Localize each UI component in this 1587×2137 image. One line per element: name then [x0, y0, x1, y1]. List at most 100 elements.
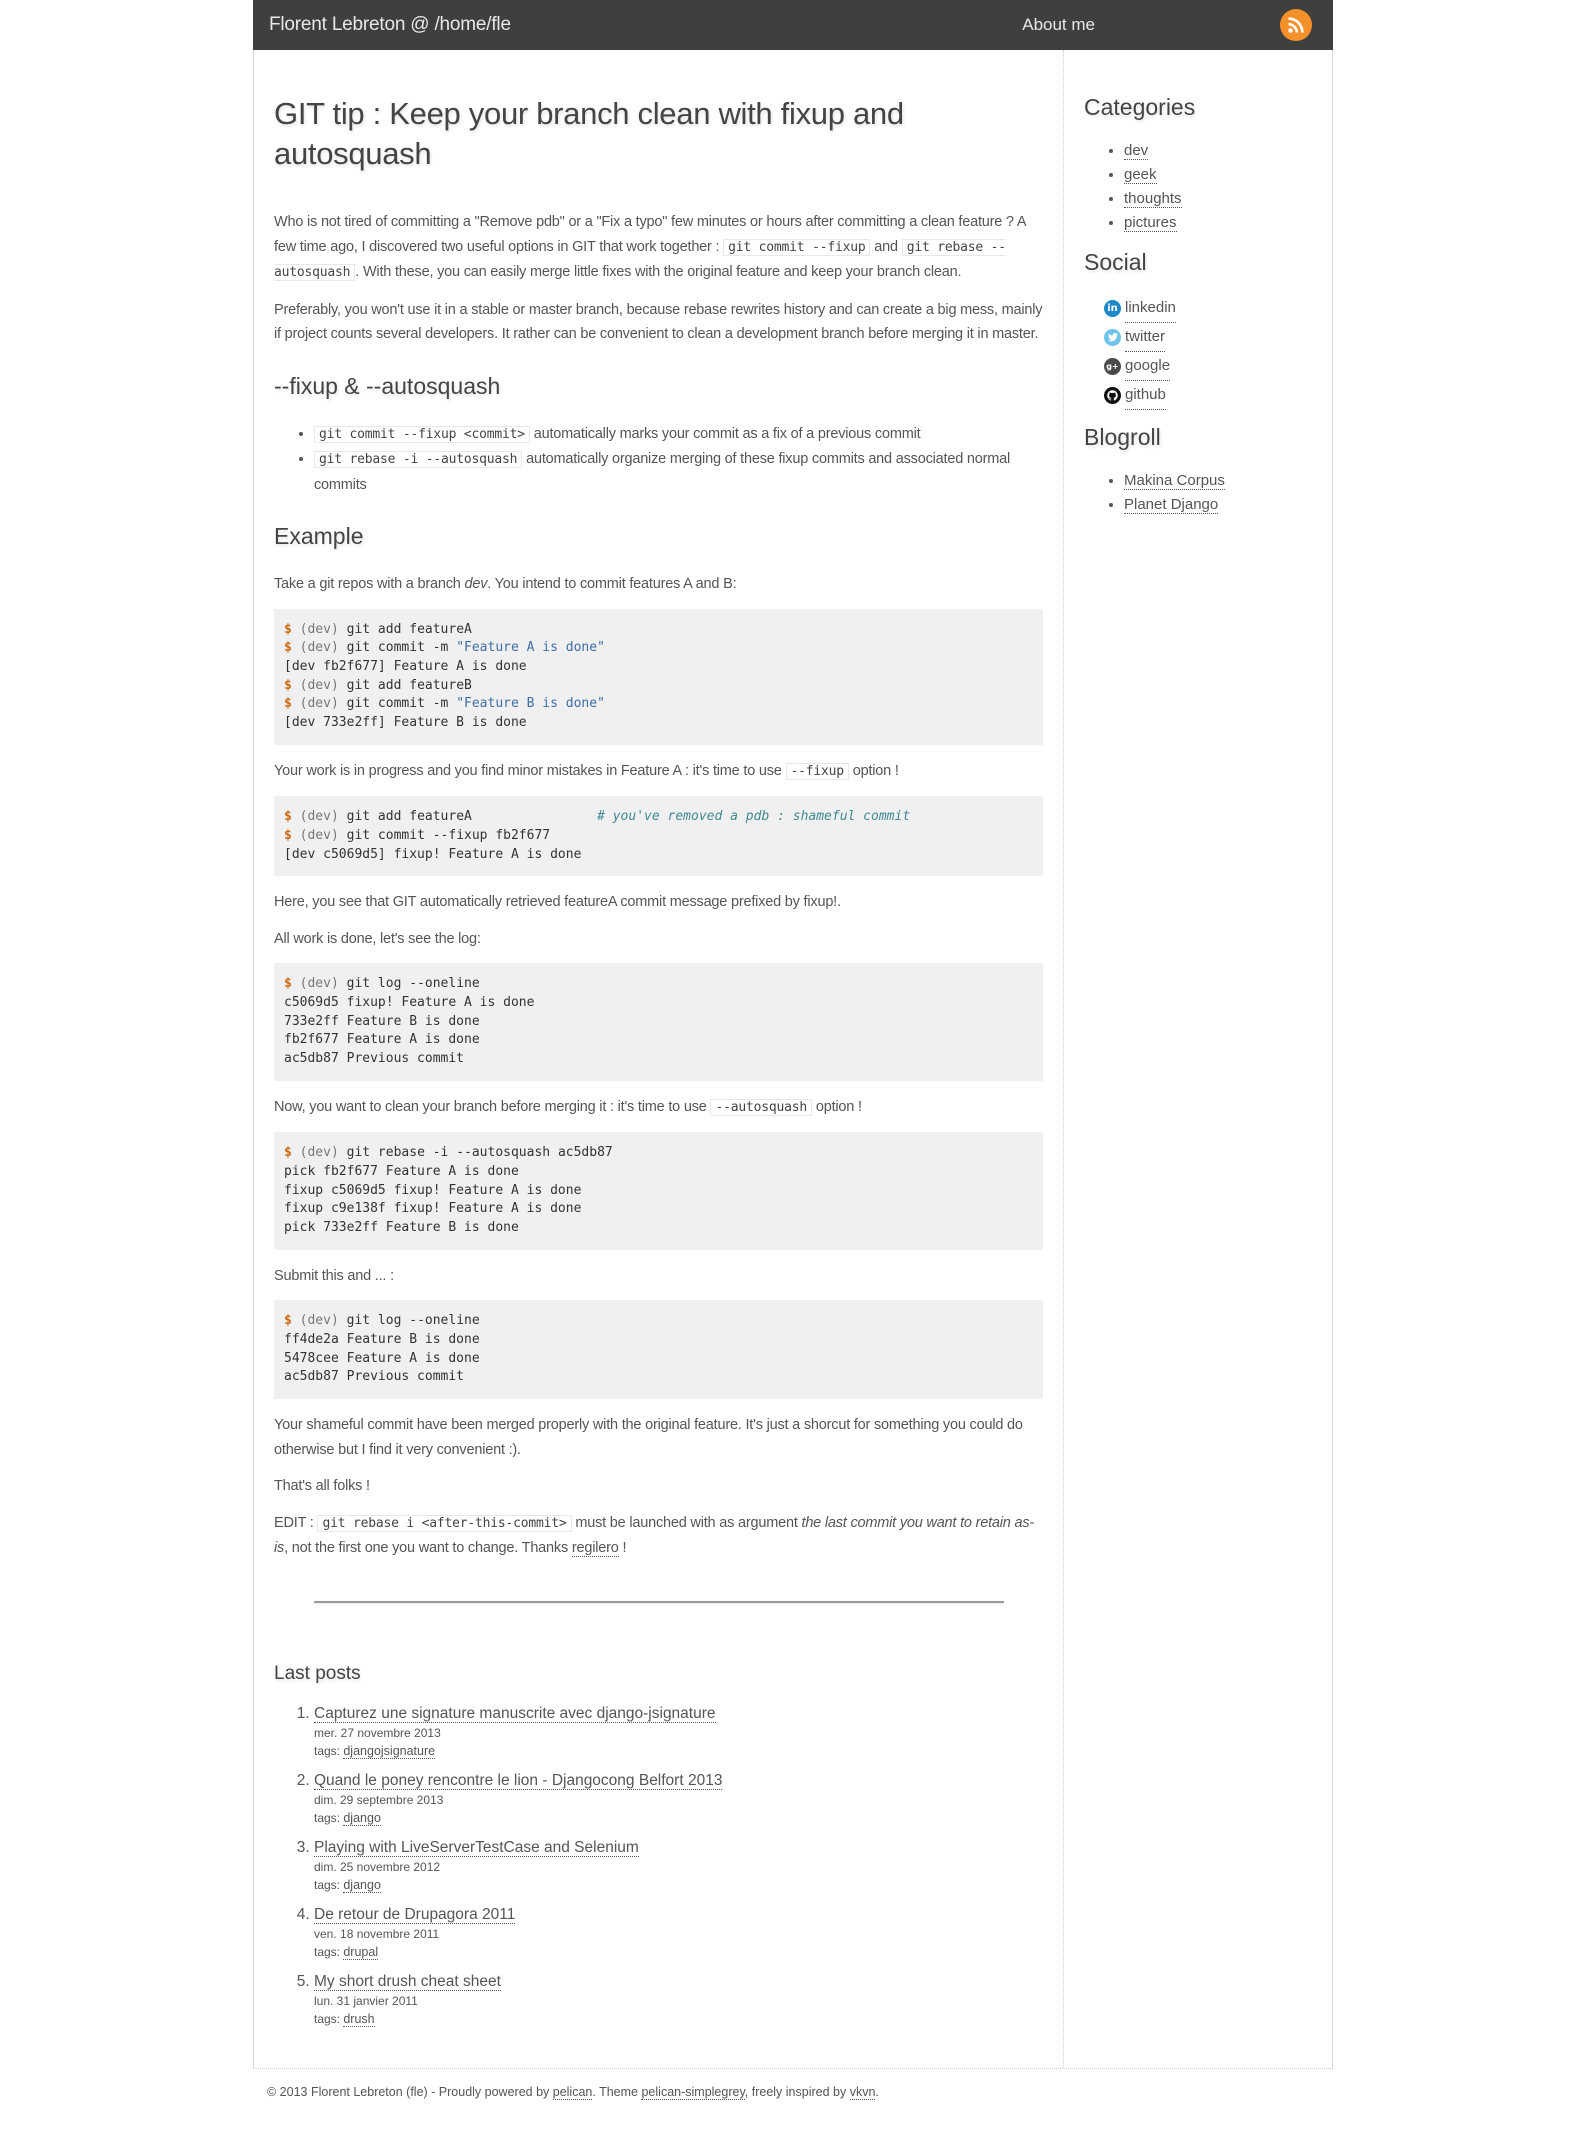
theme-link[interactable]: pelican-simplegrey: [641, 2084, 745, 2100]
google-plus-icon: g+: [1104, 358, 1121, 375]
tags-label: tags:: [314, 1743, 344, 1758]
prompt-branch: (dev): [291, 809, 347, 825]
command: git log --oneline: [346, 976, 480, 992]
tag-link[interactable]: drush: [343, 2011, 375, 2027]
prompt-branch: (dev): [291, 677, 347, 693]
regilero-link[interactable]: regilero: [571, 1540, 619, 1558]
code-line: $ (dev) git add featureB: [284, 677, 1033, 696]
code-line: fixup c5069d5 fixup! Feature A is done: [284, 1182, 1033, 1201]
social-link-github[interactable]: github: [1125, 381, 1166, 410]
post-date: dim. 29 septembre 2013: [314, 1792, 444, 1807]
post-item: De retour de Drupagora 2011 ven. 18 novem…: [314, 1904, 1043, 1961]
text: option !: [848, 762, 899, 779]
output: [dev fb2f677] Feature A is done: [284, 658, 527, 674]
blogroll-link-makina[interactable]: Makina Corpus: [1124, 472, 1225, 490]
code-line: c5069d5 fixup! Feature A is done: [284, 994, 1033, 1013]
blogroll-item: Planet Django: [1124, 493, 1312, 517]
social-link-linkedin[interactable]: linkedin: [1125, 294, 1176, 323]
social-item: twitter: [1104, 323, 1312, 352]
prompt-branch: (dev): [291, 640, 347, 656]
categories-heading: Categories: [1084, 94, 1196, 120]
vkvn-link[interactable]: vkvn: [849, 2084, 876, 2100]
prompt-branch: (dev): [291, 1313, 347, 1329]
social-list: in linkedin twitter g+ google github: [1084, 294, 1312, 410]
inline-code: git commit --fixup: [723, 238, 871, 256]
tag-link[interactable]: drupal: [343, 1944, 379, 1960]
article-title: GIT tip : Keep your branch clean with fi…: [274, 96, 904, 171]
output: [dev c5069d5] fixup! Feature A is done: [284, 846, 582, 862]
category-link-dev[interactable]: dev: [1124, 142, 1149, 160]
tags-label: tags:: [314, 1944, 344, 1959]
content-wrapper: GIT tip : Keep your branch clean with fi…: [253, 50, 1333, 2069]
list-item: git rebase -i --autosquash automatically…: [314, 447, 1043, 497]
paragraph: Here, you see that GIT automatically ret…: [274, 894, 841, 911]
last-posts-list: Capturez une signature manuscrite avec d…: [274, 1703, 1043, 2028]
code-line: $ (dev) git rebase -i --autosquash ac5db…: [284, 1144, 1033, 1163]
text: Take a git repos with a branch: [274, 576, 465, 592]
output: ac5db87 Previous commit: [284, 1051, 465, 1067]
social-link-twitter[interactable]: twitter: [1125, 323, 1166, 352]
post-item: My short drush cheat sheet lun. 31 janvie…: [314, 1971, 1043, 2028]
category-link-thoughts[interactable]: thoughts: [1124, 190, 1182, 208]
social-link-google[interactable]: google: [1125, 352, 1171, 381]
paragraph: That's all folks !: [274, 1478, 370, 1495]
text: , freely inspired by: [744, 2084, 850, 2099]
social-item: github: [1104, 381, 1312, 410]
emphasis: dev: [464, 576, 488, 592]
tag-link[interactable]: django: [343, 1810, 381, 1826]
post-tags: tags: drush: [314, 2010, 1043, 2028]
post-title-link[interactable]: Capturez une signature manuscrite avec d…: [314, 1704, 716, 1723]
text: . Theme: [592, 2084, 642, 2099]
tags-label: tags:: [314, 1810, 344, 1825]
command: git commit --fixup fb2f677: [346, 827, 551, 843]
text: and: [870, 238, 902, 255]
tag-link[interactable]: djangojsignature: [343, 1743, 436, 1759]
category-link-pictures[interactable]: pictures: [1124, 214, 1177, 232]
pelican-link[interactable]: pelican: [552, 2084, 593, 2100]
tag-link[interactable]: django: [343, 1877, 381, 1893]
post-title-link[interactable]: De retour de Drupagora 2011: [314, 1905, 516, 1924]
code-line: $ (dev) git commit --fixup fb2f677: [284, 827, 1033, 846]
post-tags: tags: django: [314, 1876, 1043, 1894]
command: git add featureA: [346, 809, 598, 825]
code-line: pick fb2f677 Feature A is done: [284, 1163, 1033, 1182]
tags-label: tags:: [314, 2011, 344, 2026]
text: !: [618, 1540, 627, 1557]
inline-code: --autosquash: [710, 1098, 813, 1116]
output: ac5db87 Previous commit: [284, 1369, 465, 1385]
post-title-link[interactable]: Playing with LiveServerTestCase and Sele…: [314, 1838, 639, 1857]
output: fixup c9e138f fixup! Feature A is done: [284, 1201, 582, 1217]
text: automatically marks your commit as a fix…: [529, 425, 921, 442]
post-title-link[interactable]: Quand le poney rencontre le lion - Djang…: [314, 1771, 723, 1790]
code-block: $ (dev) git add featureA # you've remove…: [274, 796, 1043, 877]
prompt-branch: (dev): [291, 696, 347, 712]
nav-about-me[interactable]: About me: [1022, 15, 1095, 35]
rss-button[interactable]: [1280, 9, 1312, 41]
code-block: $ (dev) git add featureA $ (dev) git comm…: [274, 608, 1043, 745]
code-line: fixup c9e138f fixup! Feature A is done: [284, 1200, 1033, 1219]
blogroll-link-planet-django[interactable]: Planet Django: [1124, 496, 1219, 514]
category-link-geek[interactable]: geek: [1124, 166, 1157, 184]
blogroll-list: Makina Corpus Planet Django: [1084, 469, 1312, 517]
code-line: ac5db87 Previous commit: [284, 1050, 1033, 1069]
prompt-symbol: $: [284, 827, 292, 843]
output: ff4de2a Feature B is done: [284, 1332, 480, 1348]
prompt-branch: (dev): [291, 976, 347, 992]
post-title-link[interactable]: My short drush cheat sheet: [314, 1972, 501, 1991]
prompt-symbol: $: [284, 1313, 292, 1329]
code-line: ff4de2a Feature B is done: [284, 1331, 1033, 1350]
paragraph: Now, you want to clean your branch befor…: [274, 1095, 1043, 1121]
site-brand-link[interactable]: Florent Lebreton @ /home/fle: [269, 14, 511, 36]
text: must be launched with as argument: [571, 1514, 802, 1531]
list-item: git commit --fixup <commit> automaticall…: [314, 422, 1043, 448]
rss-icon: [1288, 17, 1304, 33]
categories-list: dev geek thoughts pictures: [1084, 139, 1312, 235]
category-item: geek: [1124, 163, 1312, 187]
command: git commit -m: [346, 696, 457, 712]
code-line: $ (dev) git log --oneline: [284, 975, 1033, 994]
code-line: 733e2ff Feature B is done: [284, 1013, 1033, 1032]
code-line: $ (dev) git add featureA: [284, 621, 1033, 640]
prompt-branch: (dev): [291, 1145, 347, 1161]
output: fb2f677 Feature A is done: [284, 1032, 480, 1048]
command: git log --oneline: [346, 1313, 480, 1329]
